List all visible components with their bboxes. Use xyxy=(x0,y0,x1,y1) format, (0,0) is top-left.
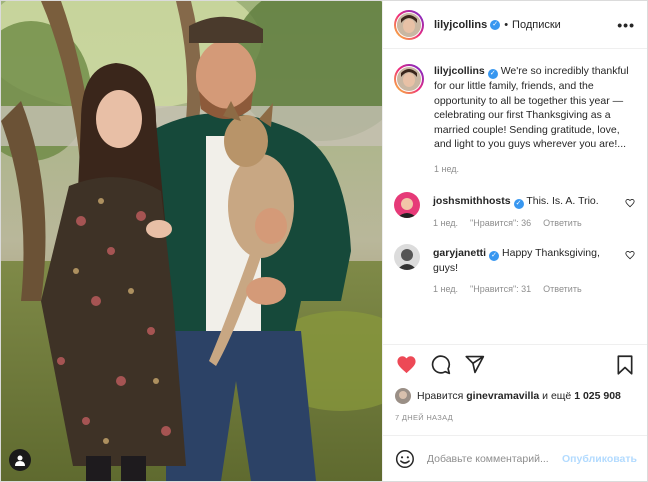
likes-summary: Нравится ginevramavilla и ещё 1 025 908 xyxy=(395,388,639,404)
verified-badge-icon: ✓ xyxy=(490,19,501,30)
avatar[interactable] xyxy=(394,191,420,218)
comment-item: garyjanetti ✓ Happy Thanksgiving, guys! 1… xyxy=(394,243,635,294)
likes-mid: и ещё xyxy=(542,390,572,402)
comment-icon[interactable] xyxy=(431,354,451,375)
avatar[interactable] xyxy=(395,388,411,404)
post-header: lilyjcollins ✓ • Подписки ••• xyxy=(383,1,647,49)
comment-username[interactable]: joshsmithhosts xyxy=(433,195,511,207)
comment-meta: 1 нед. "Нравится": 31 Ответить xyxy=(433,284,623,294)
caption-meta: 1 нед. xyxy=(434,164,634,174)
caption-age[interactable]: 1 нед. xyxy=(434,164,459,174)
comment-text: joshsmithhosts ✓ This. Is. A. Trio. xyxy=(433,194,623,209)
comment-username[interactable]: garyjanetti xyxy=(433,247,486,259)
comment-like-count[interactable]: "Нравится": 31 xyxy=(470,284,531,294)
caption-avatar-ring[interactable] xyxy=(394,64,424,94)
caption-text: lilyjcollins ✓ We're so incredibly thankf… xyxy=(434,64,634,152)
comment-age[interactable]: 1 нед. xyxy=(433,218,458,228)
comment-meta: 1 нед. "Нравится": 36 Ответить xyxy=(433,218,623,228)
more-options-icon[interactable]: ••• xyxy=(617,17,635,33)
post-dialog: lilyjcollins ✓ • Подписки ••• lilyjcolli… xyxy=(0,0,648,482)
add-comment-bar: Опубликовать xyxy=(383,435,647,481)
bookmark-icon[interactable] xyxy=(616,354,634,375)
emoji-icon[interactable] xyxy=(395,449,415,469)
comment-text: garyjanetti ✓ Happy Thanksgiving, guys! xyxy=(433,246,623,276)
user-tag-icon[interactable] xyxy=(9,449,31,471)
caption: lilyjcollins ✓ We're so incredibly thankf… xyxy=(394,64,635,174)
share-icon[interactable] xyxy=(465,355,485,374)
reply-button[interactable]: Ответить xyxy=(543,218,581,228)
comment-like-heart-icon[interactable] xyxy=(625,250,635,260)
heart-icon[interactable] xyxy=(396,355,417,374)
avatar xyxy=(397,12,421,37)
action-bar xyxy=(383,344,647,384)
comment-age[interactable]: 1 нед. xyxy=(433,284,458,294)
comment-input[interactable] xyxy=(426,452,563,465)
comment-body: This. Is. A. Trio. xyxy=(526,194,599,207)
comments-list: lilyjcollins ✓ We're so incredibly thankf… xyxy=(383,50,647,342)
reply-button[interactable]: Ответить xyxy=(543,284,581,294)
avatar xyxy=(397,67,421,91)
likes-prefix: Нравится xyxy=(417,390,464,402)
likes-count[interactable]: 1 025 908 xyxy=(574,390,621,402)
verified-badge-icon: ✓ xyxy=(487,69,498,79)
post-timestamp[interactable]: 7 ДНЕЙ НАЗАД xyxy=(395,413,453,422)
separator-dot: • xyxy=(504,18,509,31)
post-side-panel: lilyjcollins ✓ • Подписки ••• lilyjcolli… xyxy=(382,1,647,481)
liker-username[interactable]: ginevramavilla xyxy=(466,390,539,402)
post-photo[interactable] xyxy=(1,1,382,481)
verified-badge-icon: ✓ xyxy=(489,250,500,261)
caption-username[interactable]: lilyjcollins xyxy=(434,65,485,77)
publish-button[interactable]: Опубликовать xyxy=(562,453,637,465)
verified-badge-icon: ✓ xyxy=(513,198,524,209)
post-image xyxy=(1,1,382,481)
comment-like-count[interactable]: "Нравится": 36 xyxy=(470,218,531,228)
comment-item: joshsmithhosts ✓ This. Is. A. Trio. 1 нед… xyxy=(394,191,635,228)
author-avatar-ring[interactable] xyxy=(394,9,424,40)
avatar[interactable] xyxy=(394,243,420,270)
author-username[interactable]: lilyjcollins xyxy=(434,19,487,31)
caption-body: We're so incredibly thankful for our lit… xyxy=(434,65,629,150)
follow-state-button[interactable]: Подписки xyxy=(512,19,561,31)
comment-like-heart-icon[interactable] xyxy=(625,198,635,208)
